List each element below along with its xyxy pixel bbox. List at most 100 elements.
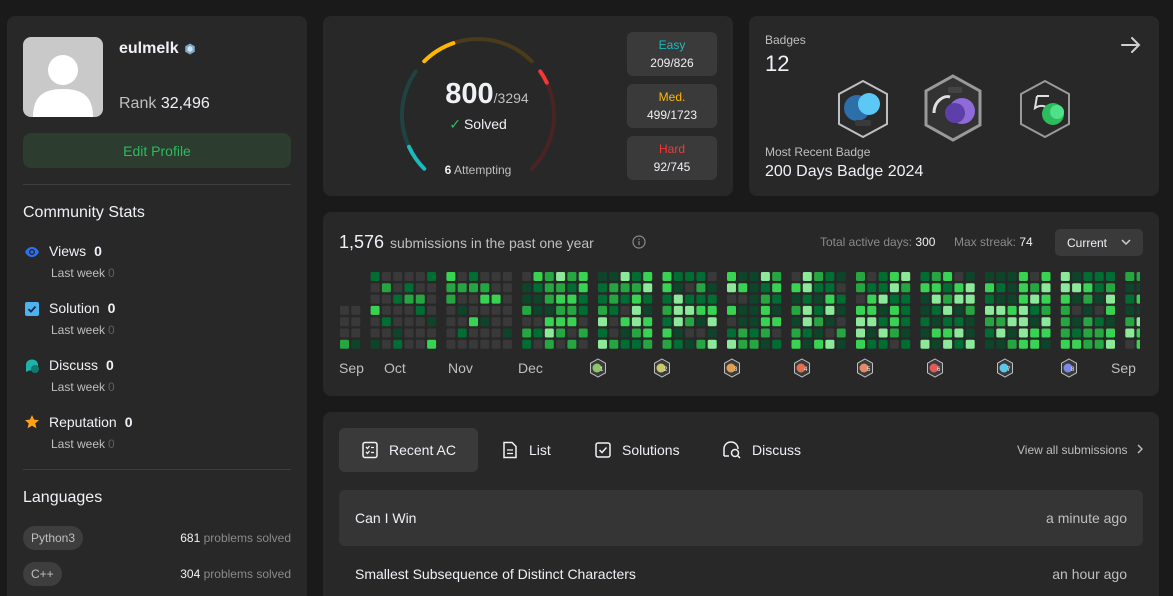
heatmap-cell[interactable] (556, 339, 566, 349)
heatmap-cell[interactable] (381, 294, 391, 304)
heatmap-cell[interactable] (556, 272, 566, 281)
monthly-badge-icon[interactable]: 3 (723, 358, 741, 378)
heatmap-cell[interactable] (567, 339, 577, 349)
heatmap-cell[interactable] (502, 283, 512, 293)
monthly-badge-icon[interactable]: 4 (793, 358, 811, 378)
heatmap-cell[interactable] (791, 339, 801, 349)
heatmap-cell[interactable] (1072, 272, 1082, 281)
heatmap-cell[interactable] (954, 339, 964, 349)
heatmap-cell[interactable] (1018, 328, 1028, 338)
heatmap-cell[interactable] (415, 272, 425, 281)
heatmap-cell[interactable] (673, 272, 683, 281)
heatmap-cell[interactable] (772, 328, 782, 338)
heatmap-cell[interactable] (889, 328, 899, 338)
heatmap-cell[interactable] (878, 339, 888, 349)
heatmap-cell[interactable] (522, 283, 532, 293)
heatmap-cell[interactable] (631, 339, 641, 349)
heatmap-cell[interactable] (814, 283, 824, 293)
heatmap-cell[interactable] (662, 339, 672, 349)
heatmap-cell[interactable] (791, 305, 801, 315)
heatmap-cell[interactable] (985, 328, 994, 338)
heatmap-cell[interactable] (457, 339, 467, 349)
heatmap-cell[interactable] (544, 317, 554, 327)
heatmap-cell[interactable] (867, 328, 877, 338)
heatmap-cell[interactable] (469, 283, 478, 293)
heatmap-cell[interactable] (954, 283, 964, 293)
tab-solutions[interactable]: Solutions (594, 428, 704, 472)
heatmap-cell[interactable] (996, 339, 1006, 349)
heatmap-cell[interactable] (943, 305, 953, 315)
heatmap-cell[interactable] (609, 272, 619, 281)
heatmap-cell[interactable] (920, 317, 930, 327)
heatmap-cell[interactable] (1125, 294, 1135, 304)
heatmap-cell[interactable] (662, 328, 672, 338)
heatmap-cell[interactable] (889, 294, 899, 304)
heatmap-cell[interactable] (1018, 339, 1028, 349)
heatmap-cell[interactable] (985, 339, 994, 349)
heatmap-cell[interactable] (578, 272, 588, 281)
heatmap-cell[interactable] (404, 328, 414, 338)
heatmap-cell[interactable] (760, 339, 770, 349)
heatmap-cell[interactable] (1007, 294, 1017, 304)
heatmap-cell[interactable] (1060, 339, 1070, 349)
heatmap-cell[interactable] (931, 317, 941, 327)
heatmap-cell[interactable] (370, 305, 380, 315)
heatmap-cell[interactable] (469, 317, 478, 327)
heatmap-cell[interactable] (457, 328, 467, 338)
heatmap-cell[interactable] (943, 339, 953, 349)
heatmap-cell[interactable] (738, 272, 748, 281)
heatmap-cell[interactable] (469, 305, 478, 315)
heatmap-cell[interactable] (867, 339, 877, 349)
heatmap-cell[interactable] (1083, 305, 1093, 315)
heatmap-cell[interactable] (446, 317, 456, 327)
heatmap-cell[interactable] (556, 294, 566, 304)
heatmap-cell[interactable] (351, 328, 361, 338)
heatmap-cell[interactable] (620, 272, 630, 281)
heatmap-cell[interactable] (351, 305, 361, 315)
heatmap-cell[interactable] (469, 272, 478, 281)
heatmap-cell[interactable] (491, 328, 501, 338)
heatmap-cell[interactable] (381, 272, 391, 281)
heatmap-cell[interactable] (749, 294, 759, 304)
heatmap-cell[interactable] (1007, 272, 1017, 281)
heatmap-cell[interactable] (760, 272, 770, 281)
heatmap-cell[interactable] (749, 317, 759, 327)
heatmap-cell[interactable] (446, 305, 456, 315)
heatmap-cell[interactable] (707, 339, 717, 349)
heatmap-cell[interactable] (1041, 283, 1051, 293)
heatmap-cell[interactable] (427, 305, 437, 315)
view-all-submissions-link[interactable]: View all submissions (1017, 443, 1144, 457)
heatmap-cell[interactable] (491, 283, 501, 293)
heatmap-cell[interactable] (1094, 328, 1104, 338)
heatmap-cell[interactable] (814, 317, 824, 327)
heatmap-cell[interactable] (836, 272, 846, 281)
heatmap-cell[interactable] (760, 283, 770, 293)
heatmap-cell[interactable] (856, 294, 865, 304)
heatmap-cell[interactable] (836, 339, 846, 349)
heatmap-cell[interactable] (643, 317, 653, 327)
heatmap-cell[interactable] (556, 283, 566, 293)
heatmap-cell[interactable] (1106, 272, 1115, 281)
heatmap-cell[interactable] (707, 294, 717, 304)
heatmap-cell[interactable] (469, 339, 478, 349)
heatmap-cell[interactable] (985, 305, 994, 315)
heatmap-cell[interactable] (567, 317, 577, 327)
days-badge-icon[interactable] (833, 78, 893, 140)
heatmap-cell[interactable] (1060, 294, 1070, 304)
heatmap-cell[interactable] (685, 283, 695, 293)
heatmap-cell[interactable] (825, 328, 835, 338)
heatmap-cell[interactable] (1125, 305, 1135, 315)
heatmap-cell[interactable] (836, 305, 846, 315)
heatmap-cell[interactable] (578, 294, 588, 304)
heatmap-cell[interactable] (643, 339, 653, 349)
heatmap-cell[interactable] (727, 317, 736, 327)
arrow-right-icon[interactable] (1119, 33, 1143, 57)
heatmap-cell[interactable] (1072, 283, 1082, 293)
heatmap-cell[interactable] (662, 272, 672, 281)
difficulty-medium[interactable]: Med. 499/1723 (627, 84, 717, 128)
heatmap-cell[interactable] (965, 294, 975, 304)
heatmap-cell[interactable] (1030, 272, 1040, 281)
heatmap-cell[interactable] (825, 283, 835, 293)
heatmap-cell[interactable] (1106, 317, 1115, 327)
heatmap-cell[interactable] (1018, 305, 1028, 315)
